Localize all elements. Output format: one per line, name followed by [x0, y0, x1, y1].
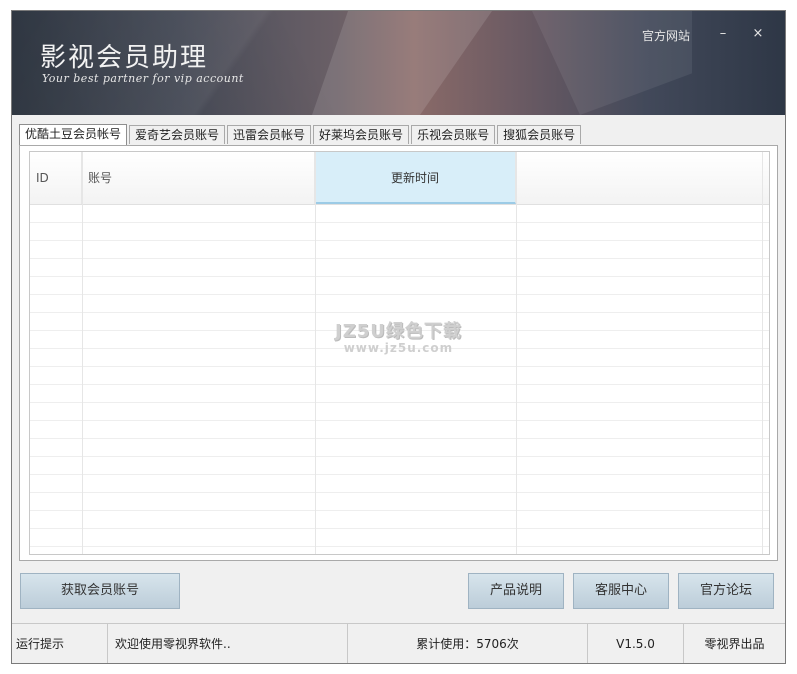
- header-banner: 影视会员助理 Your best partner for vip account…: [12, 11, 785, 115]
- column-header-extra[interactable]: [516, 152, 762, 204]
- status-message: 欢迎使用零视界软件..: [108, 624, 348, 663]
- column-header-account[interactable]: 账号: [82, 152, 315, 204]
- column-header-id[interactable]: ID: [30, 152, 82, 204]
- app-subtitle: Your best partner for vip account: [42, 72, 244, 85]
- column-divider: [82, 152, 83, 554]
- tab-sohu[interactable]: 搜狐会员账号: [497, 125, 582, 144]
- status-label: 运行提示: [12, 624, 108, 663]
- official-forum-button[interactable]: 官方论坛: [678, 573, 774, 609]
- product-info-button[interactable]: 产品说明: [468, 573, 564, 609]
- tab-youku-tudou[interactable]: 优酷土豆会员帐号: [19, 124, 128, 145]
- close-button[interactable]: ×: [747, 25, 769, 43]
- minimize-button[interactable]: –: [712, 25, 734, 43]
- watermark: JZ5U绿色下载 www.jz5u.com: [335, 317, 462, 355]
- column-divider: [516, 152, 517, 554]
- version-label: V1.5.0: [588, 624, 684, 663]
- table-header: ID 账号 更新时间: [30, 152, 769, 205]
- column-divider: [762, 152, 763, 554]
- tab-letv[interactable]: 乐视会员账号: [411, 125, 496, 144]
- column-divider: [315, 152, 316, 554]
- tab-hollywood[interactable]: 好莱坞会员账号: [313, 125, 410, 144]
- status-bar: 运行提示 欢迎使用零视界软件.. 累计使用：5706次 V1.5.0 零视界出品: [12, 623, 785, 663]
- app-title: 影视会员助理: [40, 43, 209, 73]
- support-center-button[interactable]: 客服中心: [573, 573, 669, 609]
- watermark-title: JZ5U绿色下载: [335, 321, 462, 342]
- app-window: 影视会员助理 Your best partner for vip account…: [11, 10, 786, 664]
- get-account-button[interactable]: 获取会员账号: [20, 573, 180, 609]
- official-site-link[interactable]: 官方网站: [642, 27, 690, 44]
- publisher-label: 零视界出品: [704, 637, 765, 651]
- account-tabs: 优酷土豆会员帐号 爱奇艺会员账号 迅雷会员帐号 好莱坞会员账号 乐视会员账号 搜…: [19, 124, 583, 145]
- table-body[interactable]: [30, 205, 769, 554]
- banner-decoration: [312, 11, 492, 115]
- column-header-update-time[interactable]: 更新时间: [315, 152, 516, 204]
- tab-iqiyi[interactable]: 爱奇艺会员账号: [129, 125, 226, 144]
- tab-xunlei[interactable]: 迅雷会员帐号: [227, 125, 312, 144]
- usage-count: 累计使用：5706次: [348, 624, 588, 663]
- watermark-url: www.jz5u.com: [343, 341, 454, 355]
